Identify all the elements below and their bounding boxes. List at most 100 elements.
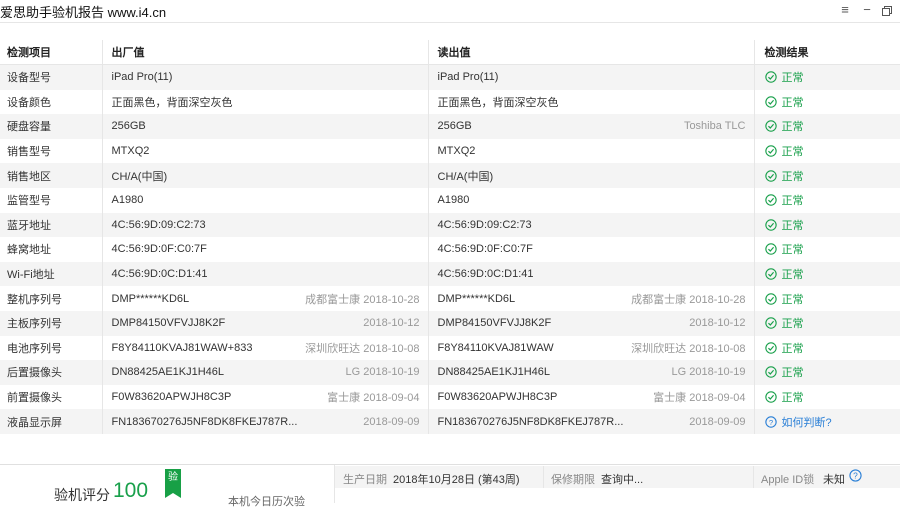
factory-meta: 2018-09-09 <box>363 415 420 428</box>
read-cell: iPad Pro(11) <box>428 64 755 90</box>
row-label: 后置摄像头 <box>0 360 103 385</box>
factory-cell: A1980 <box>102 187 429 213</box>
table-row: 主板序列号 DMP84150VFVJJ8K2F 2018-10-12 DMP84150… <box>0 310 900 336</box>
check-circle-icon <box>764 317 777 329</box>
title-bar: 爱思助手验机报告 www.i4.cn ≡ − <box>0 0 900 23</box>
table-header-row: 检测项目 出厂值 读出值 检测结果 <box>0 40 900 65</box>
row-label: 监管型号 <box>0 187 103 213</box>
result-text: 正常 <box>781 293 804 306</box>
table-row: 后置摄像头 DN88425AE1KJ1H46L LG 2018-10-19 DN884… <box>0 360 900 385</box>
read-meta: 2018-09-09 <box>689 415 746 428</box>
production-date-value: 2018年10月28日 (第43周) <box>393 474 520 486</box>
read-cell: DMP84150VFVJJ8K2F 2018-10-12 <box>428 310 755 336</box>
result-cell: 正常 <box>754 212 900 238</box>
result-cell: 正常 <box>754 261 900 287</box>
table-row: 销售型号 MTXQ2 MTXQ2 正常 <box>0 138 900 164</box>
row-label: 设备型号 <box>0 64 103 90</box>
read-cell: MTXQ2 <box>428 138 755 164</box>
how-to-judge-link[interactable]: ? 如何判断? <box>754 409 900 434</box>
factory-meta: 2018-10-12 <box>363 317 420 330</box>
header-result: 检测结果 <box>754 40 900 65</box>
table-row: 整机序列号 DMP******KD6L 成都富士康 2018-10-28 DMP***… <box>0 286 900 311</box>
check-circle-icon <box>764 292 777 305</box>
production-date-label: 生产日期 <box>343 474 387 486</box>
read-cell: A1980 <box>428 187 755 213</box>
result-text: 正常 <box>781 96 804 109</box>
menu-button[interactable]: ≡ <box>834 0 856 22</box>
restore-icon <box>882 5 892 16</box>
header-item: 检测项目 <box>0 40 103 65</box>
check-circle-icon <box>764 366 777 379</box>
info-row: 生产日期 2018年10月28日 (第43周) 保修期限 查询中... Appl… <box>335 466 900 488</box>
table-row: 监管型号 A1980 A1980 正常 <box>0 187 900 213</box>
factory-value: 4C:56:9D:09:C2:73 <box>111 218 206 231</box>
factory-cell: 正面黑色，背面深空灰色 <box>102 89 429 115</box>
check-circle-icon <box>764 268 777 280</box>
help-circle-icon: ? <box>764 415 777 428</box>
apple-id-help[interactable]: ? <box>849 469 862 482</box>
factory-value: 正面黑色，背面深空灰色 <box>111 96 233 109</box>
row-label: 蜂窝地址 <box>0 237 103 262</box>
read-cell: DMP******KD6L 成都富士康 2018-10-28 <box>428 286 755 311</box>
read-value: A1980 <box>437 194 470 207</box>
result-cell: 正常 <box>754 89 900 115</box>
row-label: 主板序列号 <box>0 310 103 336</box>
result-text: 正常 <box>781 121 804 134</box>
table-row: 设备型号 iPad Pro(11) iPad Pro(11) 正常 <box>0 64 900 90</box>
table-row: 设备颜色 正面黑色，背面深空灰色 正面黑色，背面深空灰色 正常 <box>0 89 900 115</box>
factory-value: F8Y84110KVAJ81WAW+833 <box>111 341 253 354</box>
verified-badge: 验 <box>165 469 181 498</box>
factory-cell: 4C:56:9D:0F:C0:7F <box>102 237 429 262</box>
read-meta: 2018-10-12 <box>689 317 746 330</box>
read-meta: LG 2018-10-19 <box>671 366 746 379</box>
table-row: 蜂窝地址 4C:56:9D:0F:C0:7F 4C:56:9D:0F:C0:7F 正常 <box>0 237 900 262</box>
svg-text:?: ? <box>853 471 858 481</box>
apple-id-value: 未知 <box>823 474 845 486</box>
row-label: Wi-Fi地址 <box>0 261 103 287</box>
factory-cell: DMP******KD6L 成都富士康 2018-10-28 <box>102 286 429 311</box>
minimize-button[interactable]: − <box>856 0 878 22</box>
read-meta: 成都富士康 2018-10-28 <box>631 293 746 306</box>
result-text: 正常 <box>781 170 804 183</box>
result-cell: 正常 <box>754 64 900 90</box>
table-row: 销售地区 CH/A(中国) CH/A(中国) 正常 <box>0 163 900 188</box>
minimize-icon: − <box>863 2 871 17</box>
factory-meta: 富士康 2018-09-04 <box>327 392 420 405</box>
read-meta: Toshiba TLC <box>683 120 746 133</box>
result-cell: 正常 <box>754 310 900 336</box>
check-circle-icon <box>764 169 777 182</box>
table-row: 电池序列号 F8Y84110KVAJ81WAW+833 深圳欣旺达 2018-10-… <box>0 335 900 361</box>
result-cell: 正常 <box>754 187 900 213</box>
result-cell: 正常 <box>754 138 900 164</box>
result-text: 正常 <box>781 72 804 85</box>
factory-value: DMP******KD6L <box>111 292 190 305</box>
result-cell: 正常 <box>754 114 900 139</box>
factory-cell: FN183670276J5NF8DK8FKEJ787R... 2018-09-09 <box>102 409 429 434</box>
row-label: 前置摄像头 <box>0 384 103 410</box>
score-label: 验机评分 <box>54 487 110 503</box>
read-value: FN183670276J5NF8DK8FKEJ787R... <box>437 415 624 428</box>
check-circle-icon <box>764 71 777 83</box>
row-label: 电池序列号 <box>0 335 103 361</box>
result-text: 正常 <box>781 244 804 257</box>
factory-value: F0W83620APWJH8C3P <box>111 391 232 404</box>
read-value: DN88425AE1KJ1H46L <box>437 366 551 379</box>
read-value: 正面黑色，背面深空灰色 <box>437 96 559 109</box>
read-value: CH/A(中国) <box>437 170 494 183</box>
read-value: MTXQ2 <box>437 145 476 158</box>
read-value: 4C:56:9D:09:C2:73 <box>437 218 532 231</box>
factory-cell: 256GB <box>102 114 429 139</box>
read-value: 256GB <box>437 120 472 133</box>
check-circle-icon <box>764 145 777 157</box>
read-cell: 4C:56:9D:0C:D1:41 <box>428 261 755 287</box>
check-circle-icon <box>764 219 777 231</box>
restore-button[interactable] <box>876 0 898 22</box>
read-value: F0W83620APWJH8C3P <box>437 391 558 404</box>
row-label: 销售地区 <box>0 163 103 188</box>
check-circle-icon <box>764 120 777 133</box>
result-cell: 正常 <box>754 163 900 188</box>
read-meta: 富士康 2018-09-04 <box>653 392 746 405</box>
factory-cell: DN88425AE1KJ1H46L LG 2018-10-19 <box>102 360 429 385</box>
factory-value: DN88425AE1KJ1H46L <box>111 366 225 379</box>
window-title: 爱思助手验机报告 www.i4.cn <box>0 5 167 20</box>
